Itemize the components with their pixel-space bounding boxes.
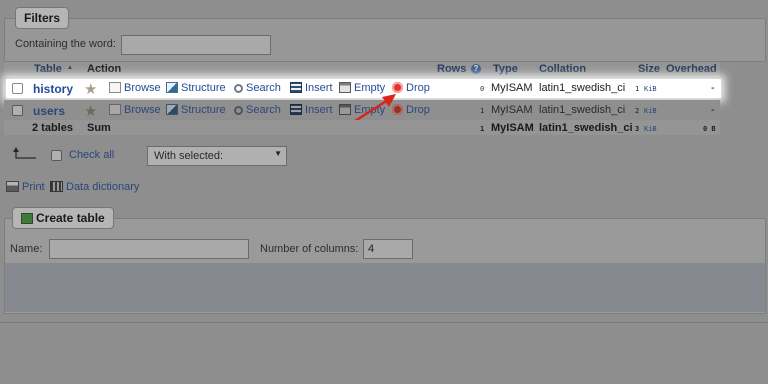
browse-button[interactable]: Browse	[109, 82, 161, 94]
with-selected-dropdown[interactable]: With selected: ▼	[147, 146, 287, 166]
search-icon	[234, 106, 243, 115]
sum-rows: 1	[480, 125, 485, 133]
size-value: 1	[635, 85, 640, 93]
sum-engine: MyISAM	[491, 122, 534, 134]
chevron-down-icon: ▼	[274, 149, 282, 158]
table-name-link[interactable]: history	[33, 82, 73, 96]
column-header-overhead[interactable]: Overhead	[666, 63, 717, 75]
sum-size-unit: KiB	[644, 125, 657, 133]
filters-fieldset	[4, 18, 766, 62]
size-value: 2	[635, 107, 640, 115]
table-name-label: Name:	[10, 243, 43, 255]
structure-button[interactable]: Structure	[166, 82, 226, 94]
browse-icon	[109, 104, 121, 115]
engine-type: MyISAM	[491, 82, 533, 94]
engine-type: MyISAM	[491, 104, 533, 116]
insert-icon	[290, 104, 302, 115]
browse-icon	[109, 82, 121, 93]
data-dictionary-link[interactable]: Data dictionary	[50, 181, 139, 193]
containing-word-input[interactable]	[121, 35, 271, 55]
with-selected-value: With selected:	[154, 150, 224, 162]
data-dictionary-icon	[50, 181, 63, 192]
column-header-rows[interactable]: Rows	[437, 63, 466, 75]
column-header-table[interactable]: Table	[34, 63, 62, 75]
favorite-star-icon[interactable]: ★	[84, 102, 97, 120]
table-name-input[interactable]	[49, 239, 249, 259]
create-table-legend: Create table	[12, 207, 114, 229]
row-count: 1	[480, 107, 485, 115]
check-all-label[interactable]: Check all	[69, 149, 114, 161]
structure-button[interactable]: Structure	[166, 104, 226, 116]
insert-button[interactable]: Insert	[290, 104, 333, 116]
size-unit: KiB	[644, 85, 657, 93]
number-of-columns-input[interactable]	[363, 239, 413, 259]
browse-button[interactable]: Browse	[109, 104, 161, 116]
rows-help-icon[interactable]: ?	[471, 64, 481, 74]
structure-icon	[166, 104, 178, 115]
row-checkbox[interactable]	[12, 83, 23, 94]
insert-button[interactable]: Insert	[290, 82, 333, 94]
filters-legend: Filters	[15, 7, 70, 29]
sort-asc-icon: ▲	[67, 65, 73, 71]
number-of-columns-label: Number of columns:	[260, 243, 359, 255]
table-count: 2 tables	[32, 122, 73, 134]
create-table-icon	[21, 213, 33, 224]
column-header-size[interactable]: Size	[638, 63, 660, 75]
sum-label: Sum	[87, 122, 111, 134]
column-header-collation[interactable]: Collation	[539, 63, 586, 75]
search-button[interactable]: Search	[234, 82, 281, 94]
print-link[interactable]: Print	[6, 181, 45, 193]
collation: latin1_swedish_ci	[539, 82, 626, 94]
column-header-type[interactable]: Type	[493, 63, 518, 75]
row-count: 0	[480, 85, 485, 93]
sum-size-value: 3	[635, 125, 640, 133]
sum-collation: latin1_swedish_ci	[539, 122, 633, 134]
divider	[0, 322, 768, 323]
favorite-star-icon[interactable]: ★	[84, 80, 97, 98]
column-header-action: Action	[87, 63, 122, 75]
insert-icon	[290, 82, 302, 93]
printer-icon	[6, 181, 19, 192]
row-checkbox[interactable]	[12, 105, 23, 116]
overhead-value: -	[711, 104, 715, 116]
containing-word-label: Containing the word:	[15, 38, 116, 50]
check-all-checkbox[interactable]	[51, 150, 62, 161]
overhead-value: -	[711, 82, 715, 94]
check-all-arrow-icon	[13, 147, 36, 159]
search-button[interactable]: Search	[234, 104, 281, 116]
size-unit: KiB	[644, 107, 657, 115]
sum-overhead: 0 B	[703, 125, 716, 133]
table-name-link[interactable]: users	[33, 104, 65, 118]
structure-icon	[166, 82, 178, 93]
create-table-footer	[5, 263, 765, 312]
search-icon	[234, 84, 243, 93]
collation: latin1_swedish_ci	[539, 104, 626, 116]
